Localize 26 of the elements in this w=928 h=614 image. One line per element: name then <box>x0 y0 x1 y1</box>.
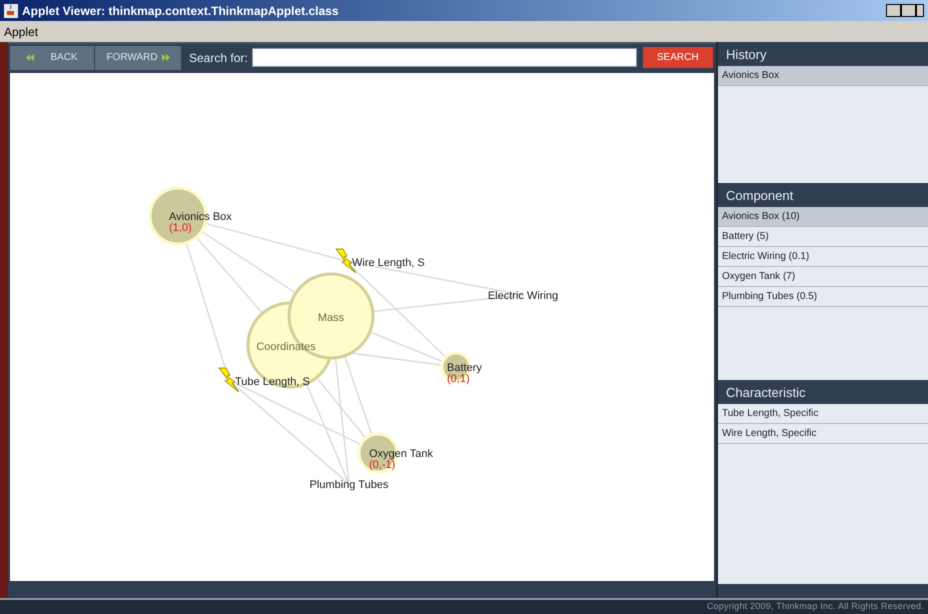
minimize-button[interactable] <box>886 4 901 17</box>
node-coordinates: (0,-1) <box>369 459 396 471</box>
node-label: Wire Length, S <box>352 257 425 269</box>
search-label: Search for: <box>189 50 248 66</box>
fast-forward-icon <box>162 54 170 61</box>
component-node[interactable] <box>148 186 208 246</box>
menu-item[interactable]: Applet <box>4 22 38 40</box>
node-label: Mass <box>318 312 344 324</box>
search-field[interactable] <box>252 48 637 67</box>
list-item[interactable]: Avionics Box (10) <box>718 207 928 227</box>
maximize-button[interactable] <box>901 4 916 17</box>
node-label: Electric Wiring <box>488 290 558 302</box>
node-label: Plumbing Tubes <box>310 479 388 491</box>
copyright-text: Copyright 2009, Thinkmap Inc. All Rights Reserved. <box>706 600 924 614</box>
node-coordinates: (1,0) <box>169 222 192 234</box>
node-label: Tube Length, S <box>235 376 310 388</box>
forward-button[interactable]: FORWARD <box>95 46 181 70</box>
window-title: Applet Viewer: thinkmap.context.ThinkmapApplet.class <box>22 2 339 20</box>
node-coordinates: (0,1) <box>447 373 470 385</box>
java-cup-icon <box>4 4 18 18</box>
search-button[interactable]: SEARCH <box>642 47 713 68</box>
close-button[interactable] <box>916 4 924 17</box>
list-item[interactable]: Avionics Box <box>718 66 928 86</box>
node-label: Coordinates <box>256 341 316 353</box>
back-button[interactable]: BACK <box>10 46 94 70</box>
rewind-icon <box>26 54 34 61</box>
